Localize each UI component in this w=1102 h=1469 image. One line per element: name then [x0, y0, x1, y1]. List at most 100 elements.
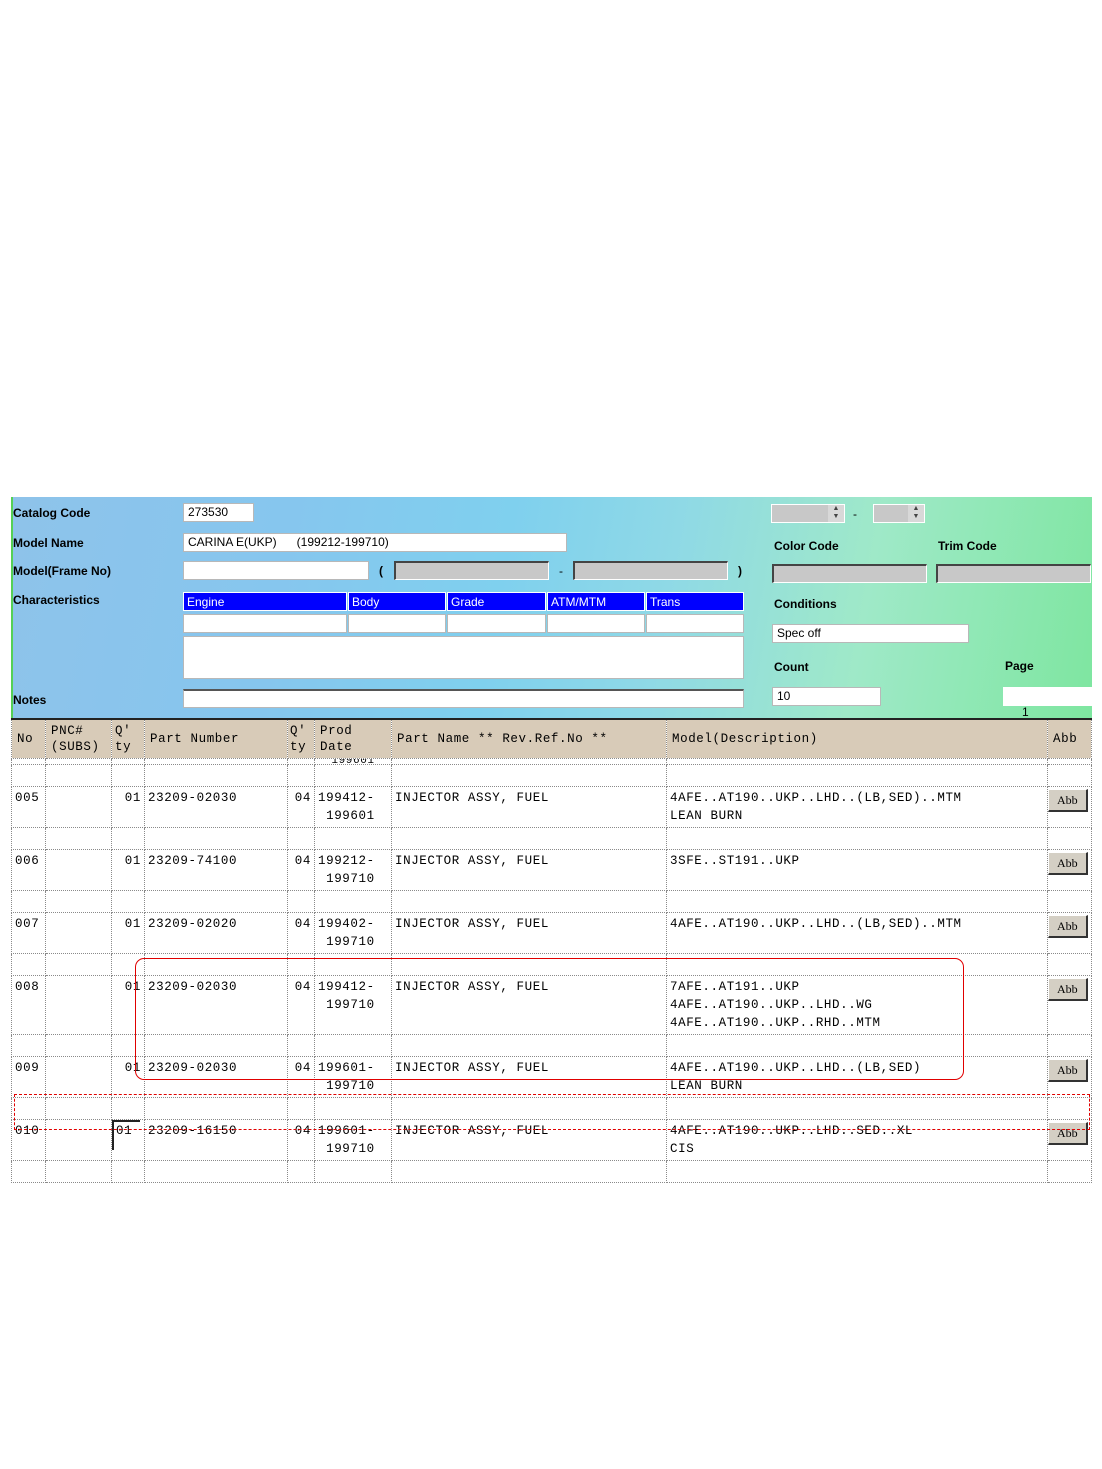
spinner-arrows-icon[interactable]: ▲ ▼: [908, 505, 924, 522]
empty-cell: [391, 827, 667, 850]
model-frame-field[interactable]: [183, 561, 369, 580]
color-spinner[interactable]: ▲ ▼: [771, 504, 845, 523]
empty-cell: [45, 1034, 112, 1057]
cell-pnc: [45, 1056, 112, 1098]
characteristics-label: Characteristics: [13, 593, 100, 607]
cell-model: 7AFE..AT191..UKP 4AFE..AT190..UKP..LHD..…: [666, 975, 1048, 1035]
cell-no: 009: [11, 1056, 46, 1098]
cell-part-name: INJECTOR ASSY, FUEL: [391, 786, 667, 828]
table-row[interactable]: 010 01 23209-16150 04 199601- 199710 INJECTOR…: [11, 1119, 1092, 1161]
trim-code-field[interactable]: [936, 564, 1091, 583]
empty-cell: [111, 1160, 145, 1183]
model-name-field[interactable]: CARINA E(UKP) (199212-199710): [183, 533, 567, 552]
spacer-row: [11, 827, 1092, 850]
table-row[interactable]: 007 01 23209-02020 04 199402- 199710 INJECTOR…: [11, 912, 1092, 954]
char-atm-mtm-field[interactable]: [547, 614, 645, 633]
char-trans-field[interactable]: [646, 614, 744, 633]
abb-button[interactable]: Abb: [1048, 789, 1088, 812]
paren-close: ): [738, 564, 742, 578]
empty-cell: [144, 1034, 288, 1057]
char-body-field[interactable]: [348, 614, 446, 633]
empty-cell: [391, 953, 667, 976]
empty-cell: [314, 953, 392, 976]
table-row[interactable]: 008 01 23209-02030 04 199412- 199710 INJECTOR…: [11, 975, 1092, 1035]
cell-qty: 01: [111, 912, 145, 954]
catalog-code-field[interactable]: 273530: [183, 503, 254, 522]
abb-button[interactable]: Abb: [1048, 1122, 1088, 1145]
characteristics-detail-box: [183, 636, 744, 679]
empty-cell: [111, 1097, 145, 1120]
notes-field[interactable]: [183, 689, 744, 708]
char-header-body: Body: [348, 592, 446, 611]
empty-cell: [144, 1097, 288, 1120]
cell-part-name: INJECTOR ASSY, FUEL: [391, 1056, 667, 1098]
frame-to-field[interactable]: [573, 561, 728, 580]
cell-prod-date: 199601- 199710: [314, 1119, 392, 1161]
catalog-code-label: Catalog Code: [13, 506, 91, 520]
col-qty: Q' ty: [111, 718, 145, 759]
empty-cell: [11, 827, 46, 850]
cell-model: 4AFE..AT190..UKP..LHD..SED..XL CIS: [666, 1119, 1048, 1161]
table-row[interactable]: 009 01 23209-02030 04 199601- 199710 INJECTOR…: [11, 1056, 1092, 1098]
table-row[interactable]: 006 01 23209-74100 04 199212- 199710 INJECTOR…: [11, 849, 1092, 891]
char-header-engine: Engine: [183, 592, 347, 611]
empty-cell: [144, 764, 288, 787]
model-name-label: Model Name: [13, 536, 84, 550]
model-frame-label: Model(Frame No): [13, 564, 112, 578]
page-indicator: 1 / 1: [1003, 687, 1095, 753]
cell-pnc: [45, 912, 112, 954]
empty-cell: [144, 890, 288, 913]
notes-label: Notes: [13, 693, 47, 707]
cell-pnc: [45, 975, 112, 1035]
char-grade-field[interactable]: [447, 614, 546, 633]
empty-cell: [111, 1034, 145, 1057]
spin-dash: -: [853, 507, 857, 521]
empty-cell: [391, 1160, 667, 1183]
trim-spinner[interactable]: ▲ ▼: [873, 504, 925, 523]
char-engine-field[interactable]: [183, 614, 347, 633]
empty-cell: [11, 1097, 46, 1120]
cell-no: 008: [11, 975, 46, 1035]
empty-cell: [287, 764, 315, 787]
empty-cell: [111, 890, 145, 913]
empty-cell: [391, 890, 667, 913]
cell-model: 3SFE..ST191..UKP: [666, 849, 1048, 891]
cell-qty: 01: [111, 975, 145, 1035]
abb-button[interactable]: Abb: [1048, 978, 1088, 1001]
empty-cell: [11, 890, 46, 913]
char-header-atm-mtm: ATM/MTM: [547, 592, 645, 611]
abb-button[interactable]: Abb: [1048, 915, 1088, 938]
empty-cell: [666, 1097, 1048, 1120]
spinner-arrows-icon[interactable]: ▲ ▼: [828, 505, 844, 522]
color-code-field[interactable]: [772, 564, 927, 583]
abb-button[interactable]: Abb: [1048, 852, 1088, 875]
empty-cell: [45, 1160, 112, 1183]
cell-pnc: [45, 849, 112, 891]
frame-from-field[interactable]: [394, 561, 549, 580]
empty-cell: [1047, 953, 1092, 976]
cell-qty2: 04: [287, 849, 315, 891]
empty-cell: [1047, 764, 1092, 787]
spacer-row: [11, 1160, 1092, 1183]
char-header-grade: Grade: [447, 592, 546, 611]
spacer-row: [11, 890, 1092, 913]
empty-cell: [45, 890, 112, 913]
cell-part-number: 23209-02030: [144, 786, 288, 828]
table-row[interactable]: 005 01 23209-02030 04 199412- 199601 INJECTOR…: [11, 786, 1092, 828]
empty-cell: [287, 1034, 315, 1057]
cell-qty2: 04: [287, 912, 315, 954]
parts-table: No PNC# (SUBS) Q' ty Part Number Q' ty P…: [11, 718, 1092, 1183]
conditions-field[interactable]: Spec off: [772, 624, 969, 643]
cell-abb: Abb: [1047, 786, 1092, 828]
empty-cell: [1047, 1097, 1092, 1120]
cell-prod-date: 199212- 199710: [314, 849, 392, 891]
abb-button[interactable]: Abb: [1048, 1059, 1088, 1082]
cell-part-number: 23209-02020: [144, 912, 288, 954]
cell-no: 010: [11, 1119, 46, 1161]
cell-qty2: 04: [287, 786, 315, 828]
cell-abb: Abb: [1047, 912, 1092, 954]
empty-cell: [11, 1034, 46, 1057]
qty-input[interactable]: 01: [112, 1120, 140, 1150]
cell-pnc: [45, 1119, 112, 1161]
char-header-trans: Trans: [646, 592, 744, 611]
